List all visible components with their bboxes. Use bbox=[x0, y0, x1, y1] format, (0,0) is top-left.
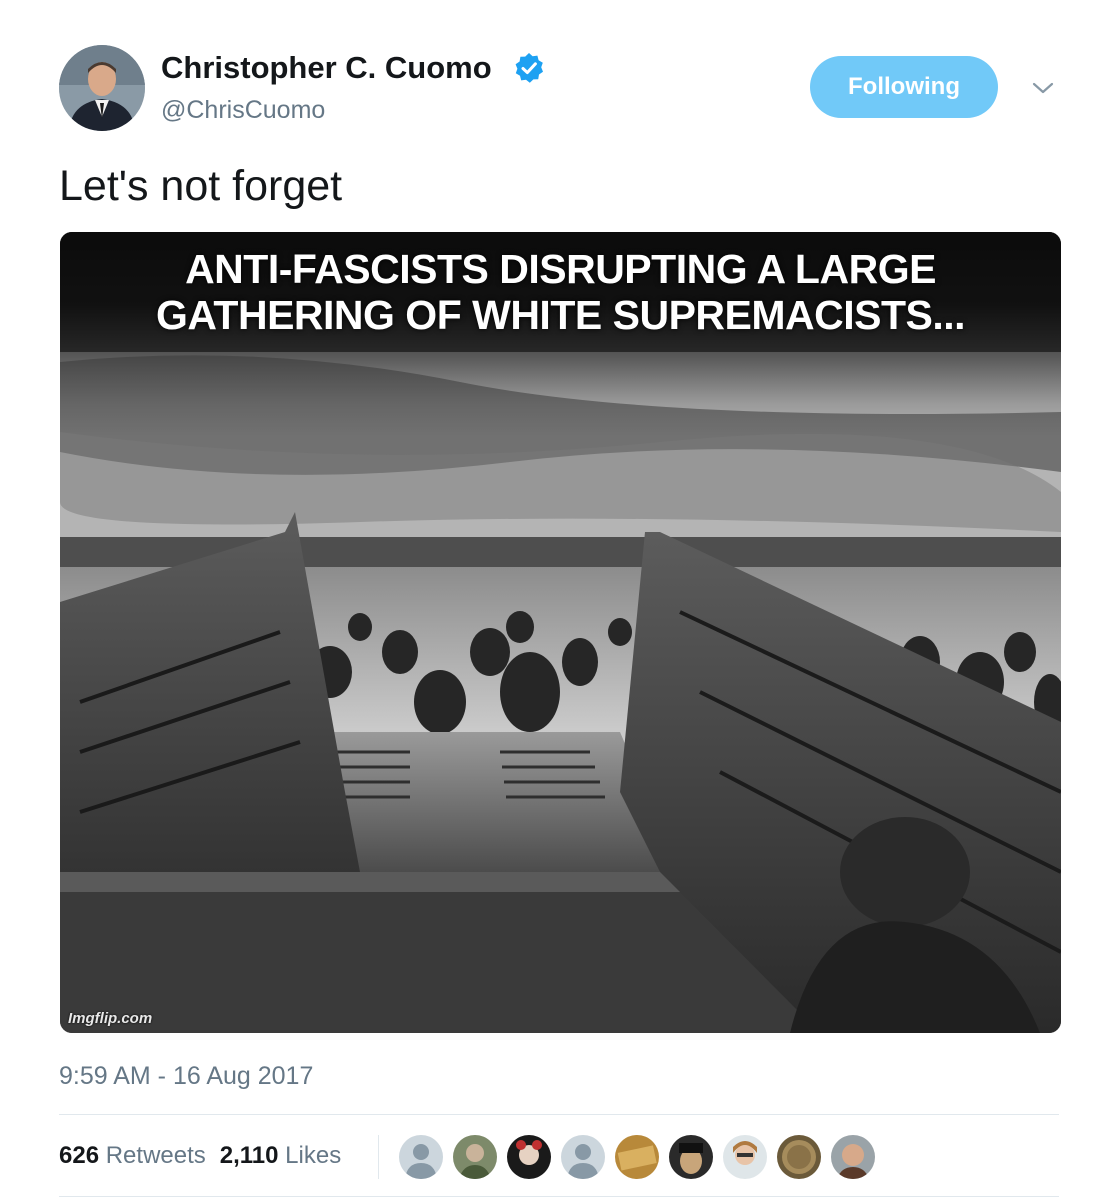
stats-separator bbox=[378, 1135, 379, 1179]
user-photo-icon bbox=[669, 1135, 713, 1179]
author-avatar[interactable] bbox=[59, 45, 145, 131]
default-avatar-icon bbox=[561, 1135, 605, 1179]
liker-avatar[interactable] bbox=[614, 1134, 660, 1180]
liker-avatar[interactable] bbox=[452, 1134, 498, 1180]
tweet-media-image[interactable]: ANTI-FASCISTS DISRUPTING A LARGE GATHERI… bbox=[60, 232, 1061, 1033]
liker-avatars bbox=[398, 1134, 884, 1180]
tweet-text: Let's not forget bbox=[59, 162, 343, 210]
likes-stat[interactable]: 2,110 Likes bbox=[220, 1142, 341, 1169]
landing-craft-photo bbox=[60, 232, 1061, 1033]
profile-photo bbox=[59, 45, 145, 131]
user-photo-icon bbox=[615, 1135, 659, 1179]
liker-avatar[interactable] bbox=[776, 1134, 822, 1180]
divider bbox=[59, 1114, 1059, 1115]
default-avatar-icon bbox=[399, 1135, 443, 1179]
caption-line-1: ANTI-FASCISTS DISRUPTING A LARGE bbox=[185, 246, 936, 292]
user-photo-icon bbox=[453, 1135, 497, 1179]
liker-avatar[interactable] bbox=[668, 1134, 714, 1180]
liker-avatar[interactable] bbox=[830, 1134, 876, 1180]
retweets-count: 626 bbox=[59, 1142, 100, 1169]
liker-avatar[interactable] bbox=[506, 1134, 552, 1180]
tweet-timestamp[interactable]: 9:59 AM - 16 Aug 2017 bbox=[59, 1061, 313, 1091]
author-handle[interactable]: @ChrisCuomo bbox=[161, 95, 325, 125]
verified-badge-icon bbox=[515, 53, 543, 83]
liker-avatar[interactable] bbox=[398, 1134, 444, 1180]
following-button[interactable]: Following bbox=[810, 56, 998, 118]
divider bbox=[59, 1196, 1059, 1197]
liker-avatar[interactable] bbox=[722, 1134, 768, 1180]
engagement-stats: 626 Retweets 2,110 Likes bbox=[59, 1141, 341, 1171]
retweets-stat[interactable]: 626 Retweets bbox=[59, 1142, 206, 1169]
retweets-label: Retweets bbox=[105, 1142, 206, 1169]
likes-count: 2,110 bbox=[219, 1142, 279, 1169]
likes-label: Likes bbox=[285, 1142, 342, 1169]
user-photo-icon bbox=[723, 1135, 767, 1179]
caption-line-2: GATHERING OF WHITE SUPREMACISTS... bbox=[155, 292, 966, 338]
coin-photo-icon bbox=[777, 1135, 821, 1179]
user-photo-icon bbox=[507, 1135, 551, 1179]
chevron-down-icon[interactable] bbox=[1028, 75, 1058, 101]
liker-avatar[interactable] bbox=[560, 1134, 606, 1180]
imgflip-watermark: Imgflip.com bbox=[68, 1010, 153, 1027]
image-caption: ANTI-FASCISTS DISRUPTING A LARGE GATHERI… bbox=[60, 246, 1061, 338]
author-display-name[interactable]: Christopher C. Cuomo bbox=[161, 50, 492, 86]
user-photo-icon bbox=[831, 1135, 875, 1179]
